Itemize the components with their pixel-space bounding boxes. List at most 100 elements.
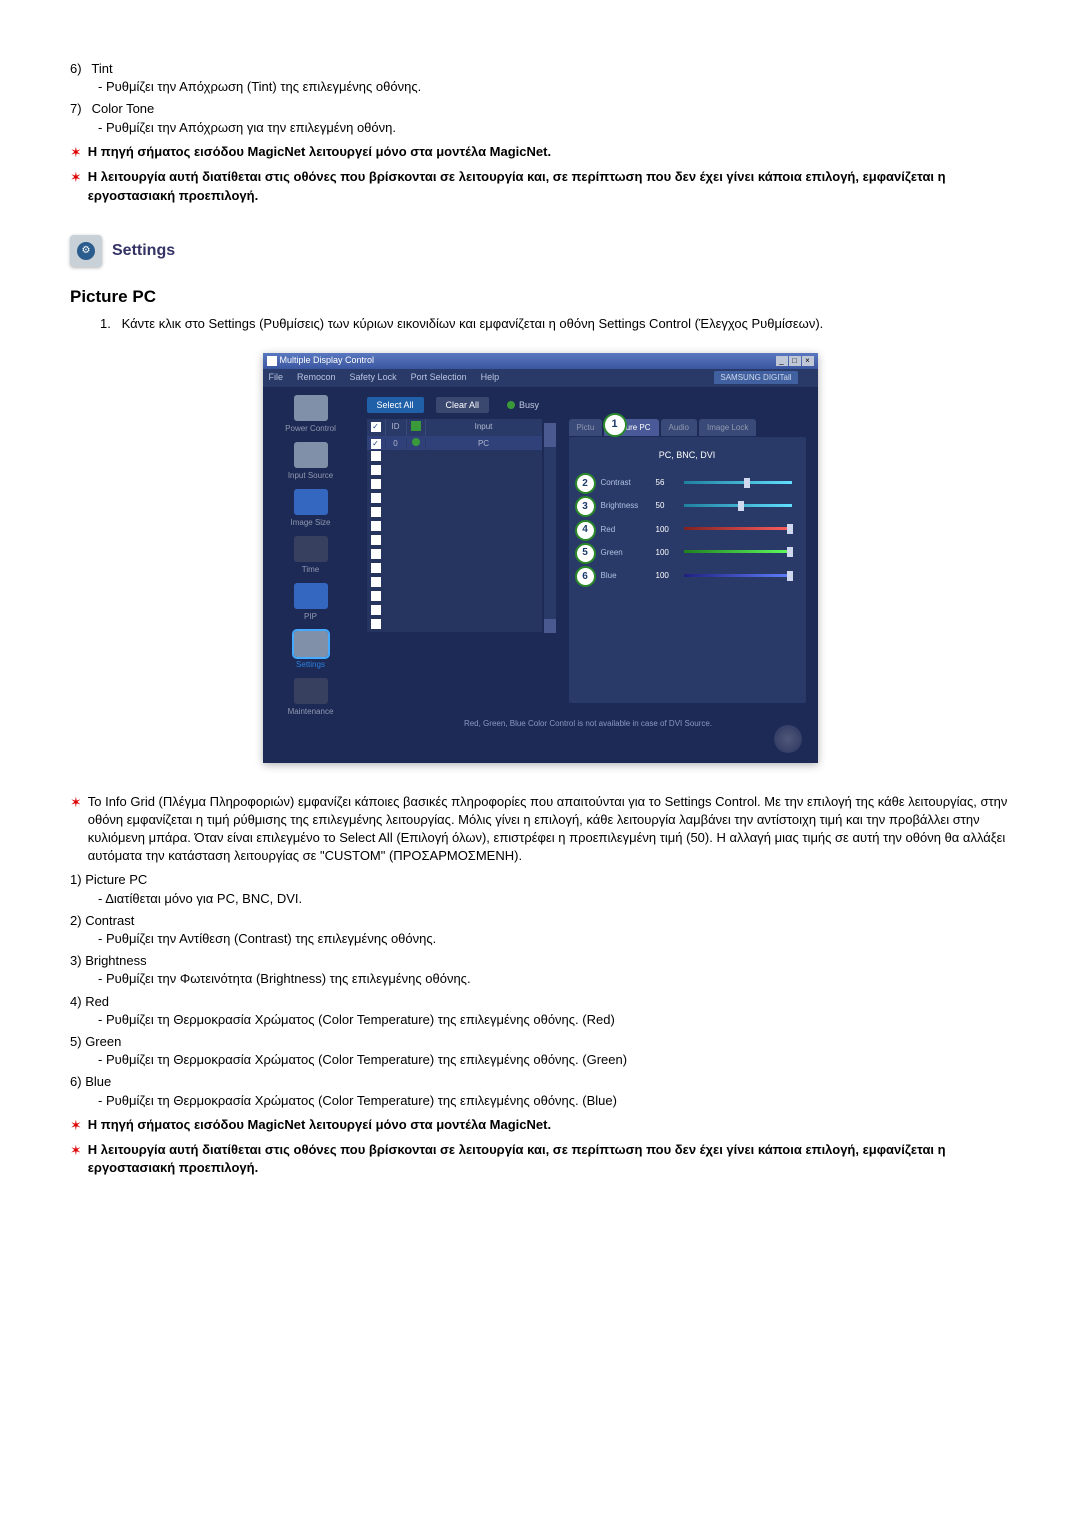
sidebar-power[interactable]: Power Control — [267, 395, 355, 434]
brightness-row: 3 Brightness 50 — [579, 500, 796, 511]
tab-audio[interactable]: Audio — [661, 419, 697, 436]
blue-slider[interactable] — [684, 574, 792, 578]
settings-icon: ⚙ — [70, 235, 102, 267]
grid-row[interactable] — [367, 464, 542, 478]
menu-safety[interactable]: Safety Lock — [350, 371, 397, 384]
grid-row[interactable] — [367, 562, 542, 576]
list-desc: - Ρυθμίζει τη Θερμοκρασία Χρώματος (Colo… — [98, 1051, 1010, 1069]
sub-title: Picture PC — [70, 285, 1010, 309]
row-checkbox[interactable] — [371, 605, 381, 615]
footer-note: Red, Green, Blue Color Control is not av… — [359, 718, 818, 729]
red-slider[interactable] — [684, 527, 792, 531]
tab-picture[interactable]: Pictu — [569, 419, 603, 436]
sidebar-settings[interactable]: Settings — [267, 631, 355, 670]
row-checkbox[interactable] — [371, 549, 381, 559]
section-header: ⚙ Settings — [70, 235, 1010, 267]
sidebar-time[interactable]: Time — [267, 536, 355, 575]
list-label: Picture PC — [85, 872, 147, 887]
row-checkbox[interactable] — [371, 521, 381, 531]
grid-row[interactable] — [367, 618, 542, 632]
row-id: 0 — [385, 438, 406, 449]
star-icon: ✶ — [70, 143, 82, 163]
item-label: Color Tone — [92, 101, 155, 116]
callout-1: 1 — [603, 413, 627, 437]
callout-3: 3 — [575, 496, 596, 517]
grid-row[interactable] — [367, 548, 542, 562]
grid-row[interactable] — [367, 492, 542, 506]
clear-all-button[interactable]: Clear All — [436, 397, 490, 414]
settings-panel: PC, BNC, DVI 2 Contrast 56 3 Brightness … — [569, 437, 806, 703]
note-text: Η πηγή σήματος εισόδου MagicNet λειτουργ… — [88, 1117, 551, 1132]
menu-file[interactable]: File — [269, 371, 284, 384]
note-text: Το Info Grid (Πλέγμα Πληροφοριών) εμφανί… — [88, 793, 1010, 866]
item-desc: - Ρυθμίζει την Απόχρωση για την επιλεγμέ… — [98, 119, 1010, 137]
grid-row[interactable] — [367, 478, 542, 492]
grid-row[interactable] — [367, 520, 542, 534]
grid-row[interactable] — [367, 450, 542, 464]
row-checkbox[interactable] — [371, 563, 381, 573]
panel-title: PC, BNC, DVI — [579, 449, 796, 462]
note-text: Η λειτουργία αυτή διατίθεται στις οθόνες… — [88, 1142, 946, 1175]
contrast-slider[interactable] — [684, 481, 792, 485]
row-input: PC — [425, 438, 542, 449]
row-checkbox[interactable] — [371, 479, 381, 489]
menu-remocon[interactable]: Remocon — [297, 371, 336, 384]
close-button[interactable]: × — [802, 356, 814, 366]
list-label: Blue — [85, 1074, 111, 1089]
list-desc: - Διατίθεται μόνο για PC, BNC, DVI. — [98, 890, 1010, 908]
row-checkbox[interactable] — [371, 591, 381, 601]
sidebar-pip[interactable]: PIP — [267, 583, 355, 622]
maximize-button[interactable]: □ — [789, 356, 801, 366]
star-icon: ✶ — [70, 793, 82, 813]
row-checkbox[interactable] — [371, 507, 381, 517]
row-checkbox[interactable] — [371, 465, 381, 475]
list-label: Green — [85, 1034, 121, 1049]
grid-row[interactable] — [367, 534, 542, 548]
grid-row[interactable] — [367, 576, 542, 590]
status-dot-icon — [412, 438, 420, 446]
grid-row[interactable] — [367, 604, 542, 618]
list-label: Red — [85, 994, 109, 1009]
row-checkbox[interactable] — [371, 493, 381, 503]
grid-scrollbar[interactable] — [544, 423, 556, 633]
grid-head-check[interactable] — [367, 419, 385, 436]
red-row: 4 Red 100 — [579, 524, 796, 535]
grid-row[interactable] — [367, 506, 542, 520]
note-default: ✶ Η λειτουργία αυτή διατίθεται στις οθόν… — [70, 1141, 1010, 1177]
tab-image-lock[interactable]: Image Lock — [699, 419, 756, 436]
step-text: Κάντε κλικ στο Settings (Ρυθμίσεις) των … — [122, 315, 1010, 333]
select-all-button[interactable]: Select All — [367, 397, 424, 414]
window-icon — [267, 356, 277, 366]
list-desc: - Ρυθμίζει την Φωτεινότητα (Brightness) … — [98, 970, 1010, 988]
callout-2: 2 — [575, 473, 596, 494]
note-default: ✶ Η λειτουργία αυτή διατίθεται στις οθόν… — [70, 168, 1010, 204]
menu-port[interactable]: Port Selection — [411, 371, 467, 384]
row-checkbox[interactable] — [371, 439, 381, 449]
tabs: Pictu Picture PC Audio Image Lock — [569, 419, 757, 436]
menu-help[interactable]: Help — [481, 371, 500, 384]
sidebar-maintenance[interactable]: Maintenance — [267, 678, 355, 717]
row-checkbox[interactable] — [371, 535, 381, 545]
list-desc: - Ρυθμίζει την Αντίθεση (Contrast) της ε… — [98, 930, 1010, 948]
contrast-value: 56 — [656, 477, 680, 488]
note-magicnet: ✶ Η πηγή σήματος εισόδου MagicNet λειτου… — [70, 143, 1010, 163]
blue-row: 6 Blue 100 — [579, 570, 796, 581]
grid-row[interactable]: 0 PC — [367, 436, 542, 450]
titlebar: Multiple Display Control _ □ × — [263, 353, 818, 369]
green-slider[interactable] — [684, 550, 792, 554]
sidebar-image[interactable]: Image Size — [267, 489, 355, 528]
note-magicnet: ✶ Η πηγή σήματος εισόδου MagicNet λειτου… — [70, 1116, 1010, 1136]
grid-head-status — [406, 419, 425, 436]
row-checkbox[interactable] — [371, 619, 381, 629]
info-grid-note: ✶ Το Info Grid (Πλέγμα Πληροφοριών) εμφα… — [70, 793, 1010, 866]
note-text: Η πηγή σήματος εισόδου MagicNet λειτουργ… — [88, 144, 551, 159]
brightness-slider[interactable] — [684, 504, 792, 508]
grid-row[interactable] — [367, 590, 542, 604]
row-checkbox[interactable] — [371, 451, 381, 461]
minimize-button[interactable]: _ — [776, 356, 788, 366]
power-icon[interactable] — [774, 725, 802, 753]
item-num: 6) — [70, 60, 88, 78]
sidebar-input[interactable]: Input Source — [267, 442, 355, 481]
note-text: Η λειτουργία αυτή διατίθεται στις οθόνες… — [88, 169, 946, 202]
row-checkbox[interactable] — [371, 577, 381, 587]
